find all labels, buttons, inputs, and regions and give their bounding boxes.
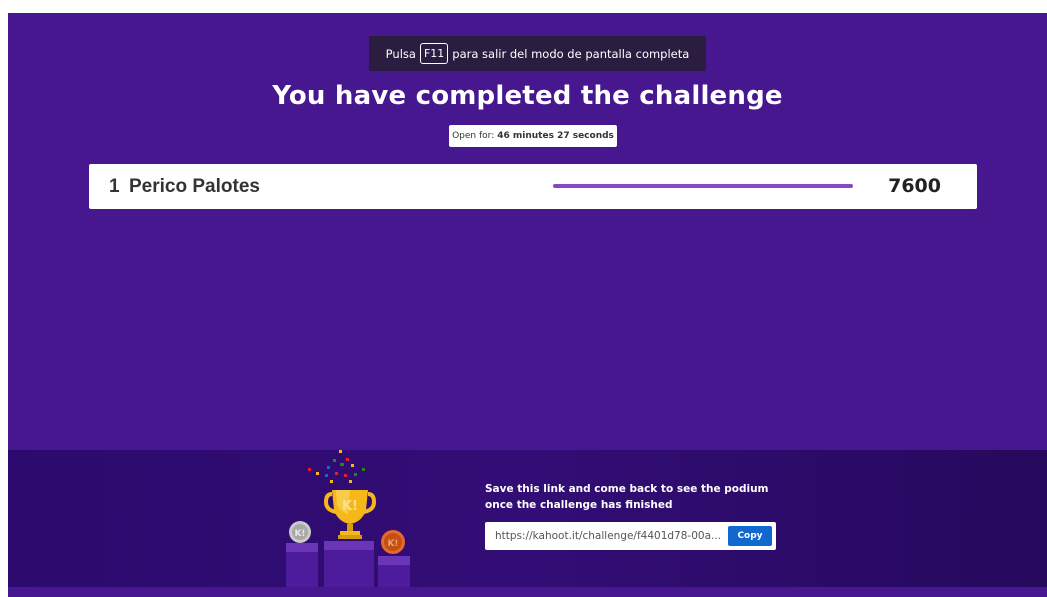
- footer-background: [8, 450, 1047, 587]
- bottom-strip: [8, 587, 1047, 597]
- trophy-podium-illustration: K! K! K!: [286, 450, 410, 587]
- leaderboard-row: 1 Perico Palotes 7600: [89, 164, 977, 209]
- save-link-message-line-1: Save this link and come back to see the …: [485, 483, 769, 495]
- score-progress-bar: [553, 184, 853, 188]
- confetti-icon: [308, 450, 365, 483]
- silver-medal-icon: K!: [289, 521, 311, 543]
- challenge-link-field[interactable]: [495, 522, 723, 550]
- fullscreen-notice: Pulsa F11 para salir del modo de pantall…: [369, 36, 706, 71]
- open-for-label: Open for:: [452, 131, 495, 141]
- page-title: You have completed the challenge: [272, 81, 783, 111]
- save-link-message: Save this link and come back to see the …: [485, 481, 785, 513]
- svg-text:K!: K!: [387, 539, 398, 549]
- app-window: Pulsa F11 para salir del modo de pantall…: [8, 13, 1047, 597]
- f11-key-badge: F11: [419, 43, 449, 64]
- footer-panel: K! K! K! Save this link and come back to…: [8, 450, 1047, 587]
- player-name: Perico Palotes: [129, 176, 260, 197]
- player-score: 7600: [888, 175, 941, 197]
- bronze-medal-icon: K!: [381, 530, 405, 554]
- score-progress-fill: [553, 184, 853, 188]
- player-rank: 1: [109, 176, 120, 197]
- svg-text:K!: K!: [294, 529, 305, 539]
- fullscreen-notice-prefix: Pulsa: [385, 46, 416, 61]
- save-link-message-line-2: once the challenge has finished: [485, 499, 673, 511]
- challenge-link-box: Copy: [485, 522, 776, 550]
- copy-link-button[interactable]: Copy: [728, 526, 772, 546]
- open-for-value: 46 minutes 27 seconds: [497, 131, 614, 141]
- fullscreen-notice-suffix: para salir del modo de pantalla completa: [452, 46, 690, 61]
- trophy-icon: K!: [323, 490, 377, 539]
- open-for-badge: Open for: 46 minutes 27 seconds: [449, 125, 617, 147]
- svg-text:K!: K!: [342, 499, 358, 514]
